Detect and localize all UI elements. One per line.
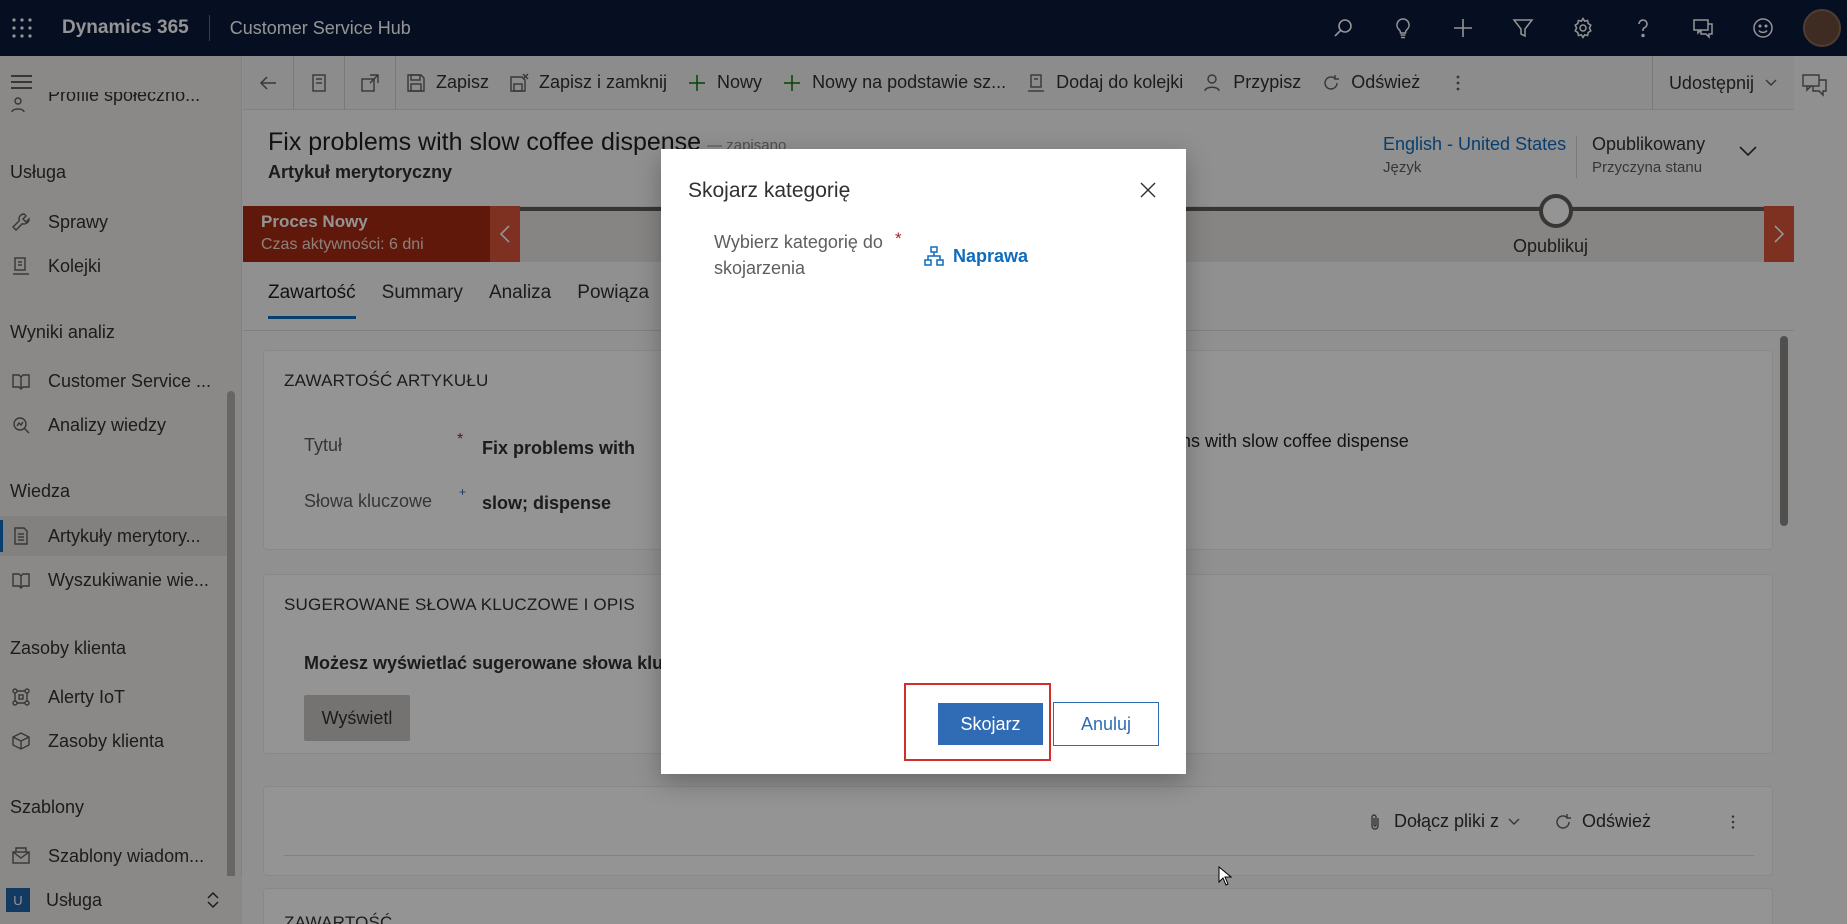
close-icon (1140, 182, 1156, 198)
dialog-close-button[interactable] (1137, 179, 1159, 201)
category-hierarchy-icon (924, 246, 944, 266)
category-value-label: Naprawa (953, 245, 1029, 266)
associate-category-dialog: Skojarz kategorię Wybierz kategorię do s… (661, 149, 1186, 774)
required-indicator: * (895, 229, 902, 248)
category-field-label: Wybierz kategorię do skojarzenia (714, 232, 883, 278)
associate-button[interactable]: Skojarz (938, 703, 1043, 745)
dialog-title: Skojarz kategorię (688, 179, 851, 202)
mouse-cursor-icon (1218, 866, 1232, 886)
cancel-button[interactable]: Anuluj (1053, 702, 1159, 746)
category-lookup-value[interactable]: Naprawa (923, 245, 1028, 267)
